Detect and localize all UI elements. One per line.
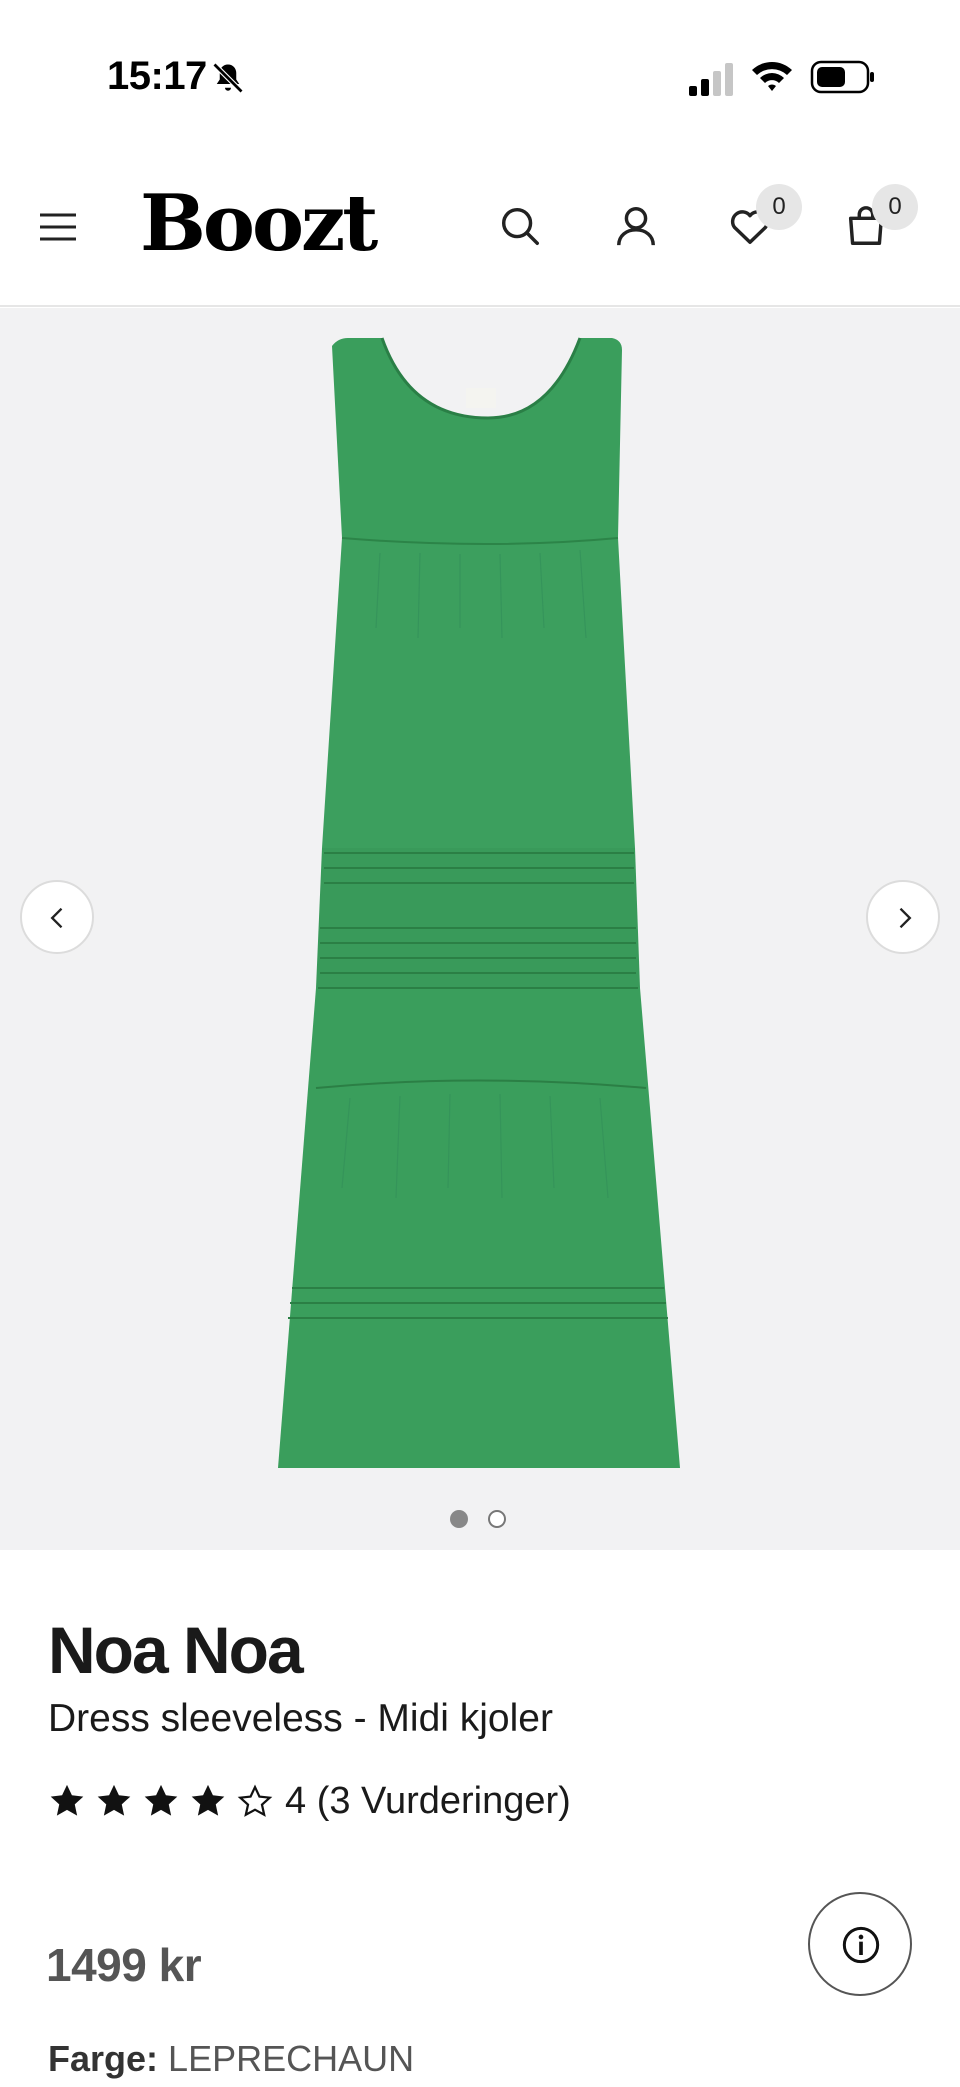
product-image-gallery[interactable] <box>0 308 960 1550</box>
user-icon <box>617 207 655 246</box>
star-empty-icon <box>237 1784 273 1817</box>
status-time: 15:17 <box>107 54 207 98</box>
cart-count-badge: 0 <box>872 184 918 230</box>
brand-name[interactable]: Noa Noa <box>48 1612 304 1688</box>
star-filled-icon <box>50 1784 84 1816</box>
star-filled-icon <box>191 1784 225 1816</box>
product-price: 1499 kr <box>46 1939 202 1991</box>
star-filled-icon <box>144 1784 178 1816</box>
product-title: Dress sleeveless - Midi kjoler <box>48 1697 553 1740</box>
boozt-logo[interactable]: Boozt <box>140 178 378 269</box>
color-selection: Farge: LEPRECHAUN <box>48 2038 414 2080</box>
hamburger-menu-icon[interactable] <box>38 210 78 244</box>
site-header: Boozt 0 0 <box>0 150 960 307</box>
carousel-pagination <box>450 1510 510 1530</box>
color-value: LEPRECHAUN <box>168 2038 415 2079</box>
battery-icon <box>810 60 874 94</box>
chevron-left-icon <box>50 907 63 929</box>
chevron-right-icon <box>899 907 912 929</box>
next-image-button[interactable] <box>866 880 940 954</box>
search-button[interactable] <box>492 198 548 254</box>
pagination-dot-active[interactable] <box>450 1510 468 1528</box>
cellular-signal-icon <box>689 63 733 96</box>
previous-image-button[interactable] <box>20 880 94 954</box>
rating-summary: 4 (3 Vurderinger) <box>285 1779 571 1822</box>
account-button[interactable] <box>608 198 664 254</box>
wifi-icon <box>752 62 792 91</box>
color-label: Farge: <box>48 2038 159 2079</box>
price-info-button[interactable] <box>808 1892 912 1996</box>
product-image-green-dress[interactable] <box>250 328 710 1478</box>
status-bar: 15:17 <box>0 0 960 150</box>
info-icon <box>842 1926 880 1964</box>
cart-button[interactable]: 0 <box>838 184 918 254</box>
star-filled-icon <box>97 1784 131 1816</box>
wishlist-count-badge: 0 <box>756 184 802 230</box>
product-rating[interactable]: 4 (3 Vurderinger) <box>48 1776 571 1826</box>
search-icon <box>501 207 539 245</box>
pagination-dot[interactable] <box>488 1510 506 1528</box>
wishlist-button[interactable]: 0 <box>722 184 802 254</box>
bell-muted-icon <box>212 62 244 94</box>
